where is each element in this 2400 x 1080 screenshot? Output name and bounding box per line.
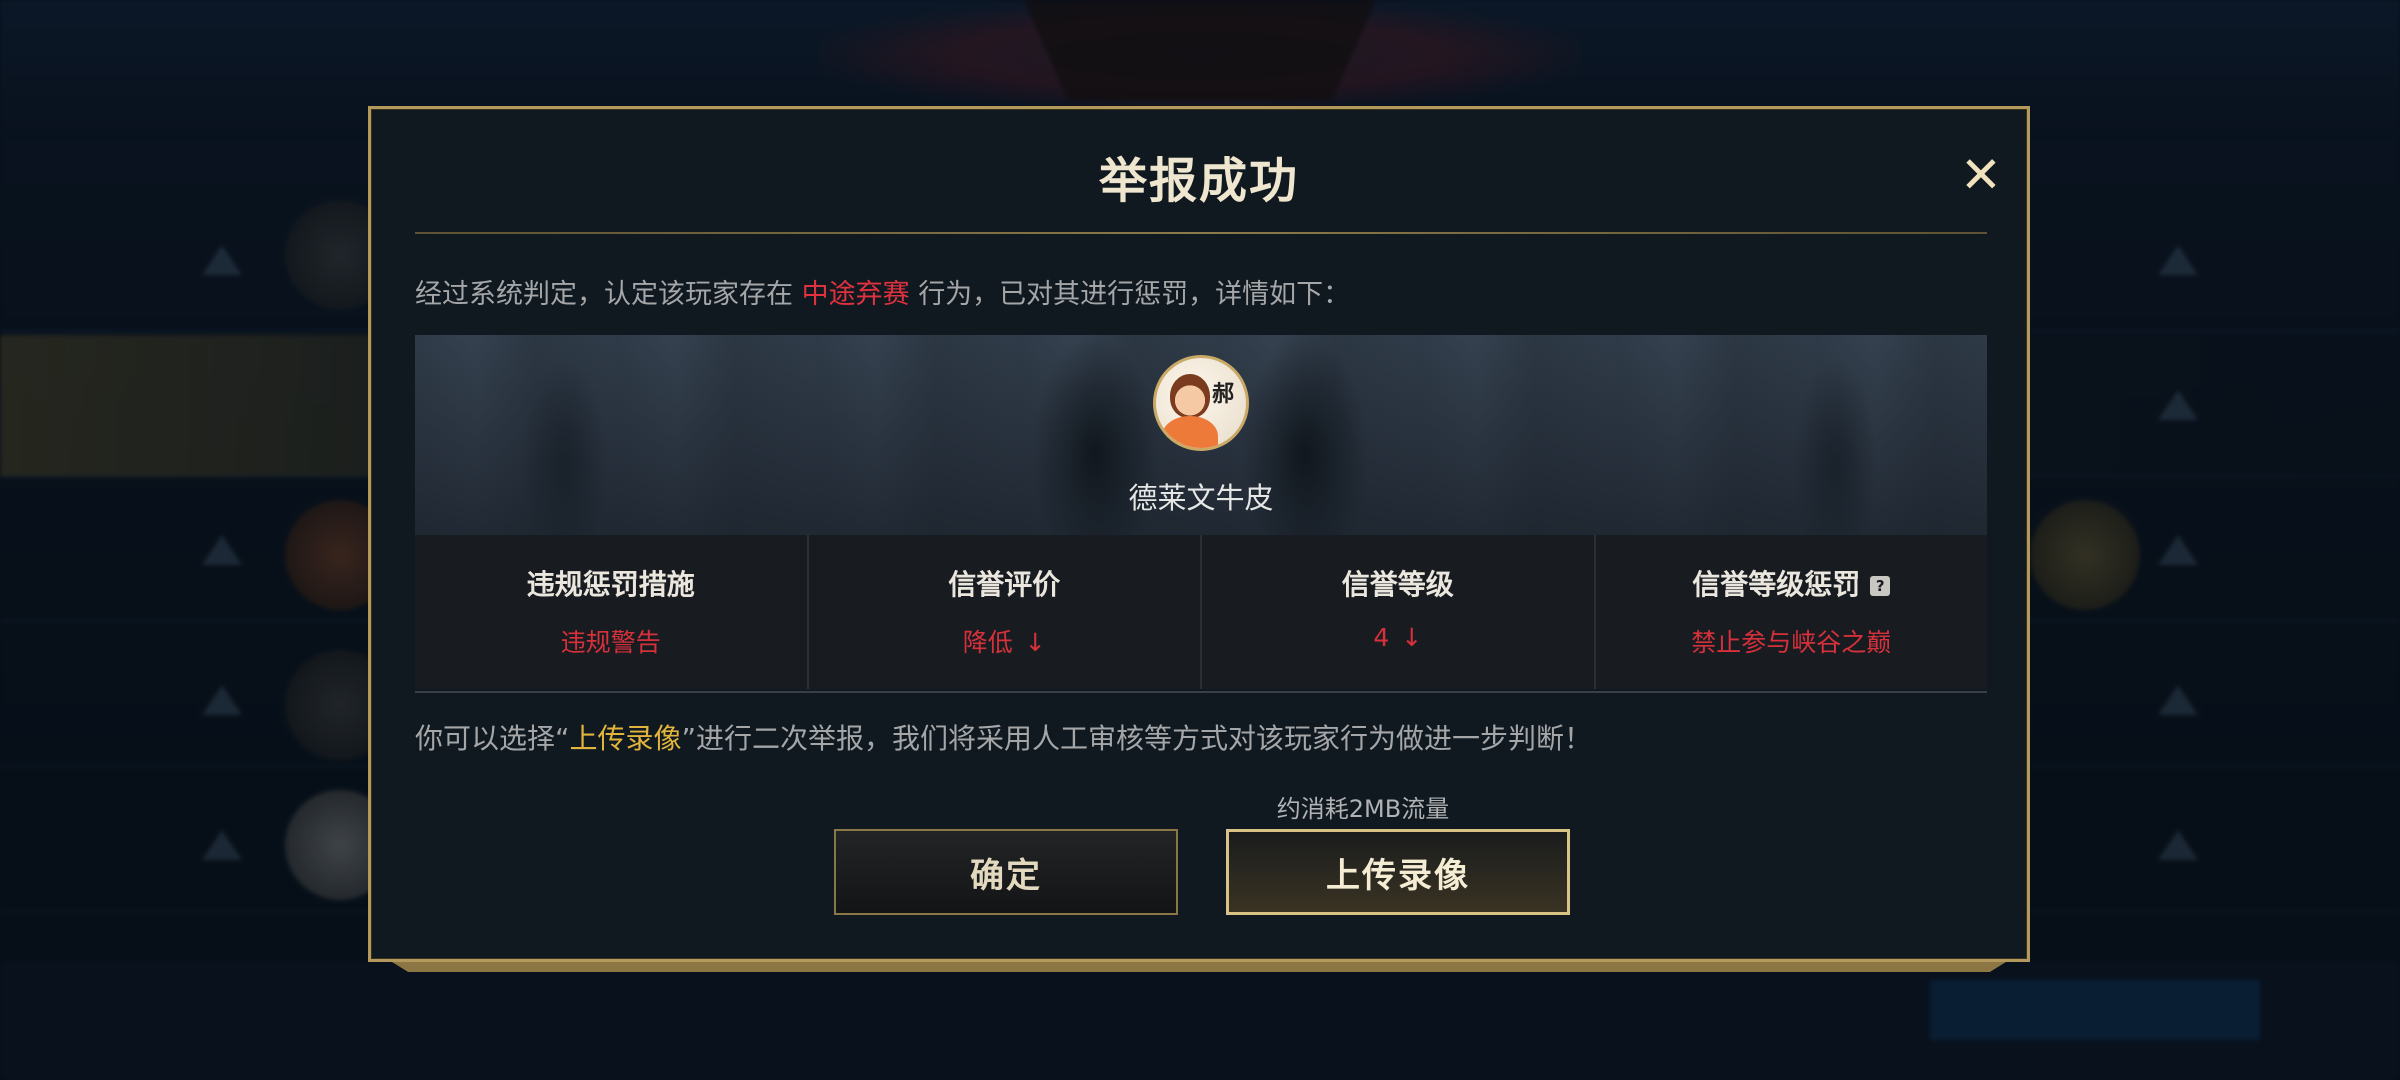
player-name: 德莱文牛皮 xyxy=(1128,481,1274,515)
traffic-estimate: 约消耗2MB流量 xyxy=(1276,795,1450,823)
dialog-title: 举报成功 xyxy=(1098,153,1299,209)
verdict-suffix: 行为，已对其进行惩罚，详情如下： xyxy=(918,279,1351,310)
penalty-header: 信誉评价 xyxy=(948,568,1061,601)
penalty-table: 违规惩罚措施 违规警告 信誉评价 降低 ↓ 信誉等级 4 ↓ 信誉等级惩罚? 禁止参… xyxy=(415,535,1987,689)
verdict-text: 经过系统判定，认定该玩家存在 中途弃赛 行为，已对其进行惩罚，详情如下： xyxy=(415,272,1987,311)
penalty-value: 4 ↓ xyxy=(1202,623,1594,652)
report-success-dialog: 举报成功 ✕ 经过系统判定，认定该玩家存在 中途弃赛 行为，已对其进行惩罚，详情… xyxy=(368,106,2030,962)
verdict-prefix: 经过系统判定，认定该玩家存在 xyxy=(415,279,793,310)
second-report-note: 你可以选择“上传录像”进行二次举报，我们将采用人工审核等方式对该玩家行为做进一步… xyxy=(415,717,1987,757)
modal-bottom-edge xyxy=(392,962,2006,972)
avatar-face xyxy=(1170,374,1210,418)
penalty-value-text: 禁止参与峡谷之巅 xyxy=(1691,628,1892,657)
penalty-header: 违规惩罚措施 xyxy=(526,568,695,601)
penalty-header-text: 信誉等级惩罚 xyxy=(1692,568,1861,601)
title-divider xyxy=(415,232,1987,234)
avatar-shirt xyxy=(1162,416,1218,448)
penalty-value: 违规警告 xyxy=(415,623,807,659)
down-arrow-icon: ↓ xyxy=(1401,623,1423,652)
upload-replay-button[interactable]: 上传录像 xyxy=(1226,829,1570,915)
penalty-header: 信誉等级 xyxy=(1341,568,1454,601)
note-suffix: ”进行二次举报，我们将采用人工审核等方式对该玩家行为做进一步判断！ xyxy=(681,722,1593,755)
avatar-glyph: 郝 xyxy=(1212,382,1235,407)
penalty-column-credit-level: 信誉等级 4 ↓ xyxy=(1202,535,1596,689)
penalty-column-measure: 违规惩罚措施 违规警告 xyxy=(415,535,809,689)
penalty-value-text: 降低 xyxy=(962,628,1013,657)
penalty-value: 降低 ↓ xyxy=(809,623,1201,659)
penalty-column-level-penalty: 信誉等级惩罚? 禁止参与峡谷之巅 xyxy=(1596,535,1988,689)
penalty-column-credit-rating: 信誉评价 降低 ↓ xyxy=(809,535,1202,689)
penalty-value-text: 违规警告 xyxy=(560,628,661,657)
note-prefix: 你可以选择“ xyxy=(415,722,570,755)
penalty-header: 信誉等级惩罚? xyxy=(1596,563,1988,603)
penalty-value-text: 4 xyxy=(1373,623,1390,652)
player-banner: 郝 德莱文牛皮 xyxy=(415,335,1987,535)
player-avatar: 郝 xyxy=(1153,355,1249,451)
penalty-divider xyxy=(415,691,1987,693)
close-icon[interactable]: ✕ xyxy=(1951,145,2011,205)
help-icon[interactable]: ? xyxy=(1870,576,1891,596)
confirm-button[interactable]: 确定 xyxy=(834,829,1178,915)
penalty-value: 禁止参与峡谷之巅 xyxy=(1596,623,1988,659)
violation-type: 中途弃赛 xyxy=(801,279,910,310)
down-arrow-icon: ↓ xyxy=(1024,628,1046,657)
note-highlight: 上传录像 xyxy=(569,722,682,755)
